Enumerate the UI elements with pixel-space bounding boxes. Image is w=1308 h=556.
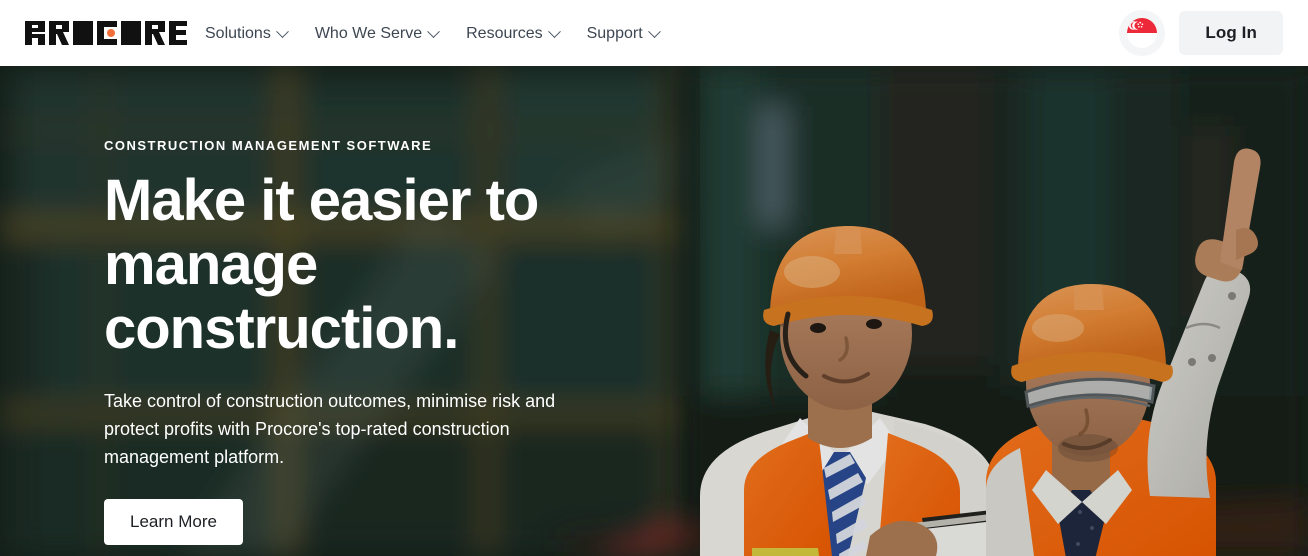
hero-content: CONSTRUCTION MANAGEMENT SOFTWARE Make it… bbox=[104, 66, 664, 556]
nav-item-support[interactable]: Support bbox=[586, 24, 661, 42]
procore-logo[interactable] bbox=[25, 21, 187, 45]
chevron-down-icon bbox=[427, 24, 440, 38]
nav-item-solutions[interactable]: Solutions bbox=[205, 24, 289, 42]
learn-more-button[interactable]: Learn More bbox=[104, 499, 243, 545]
locale-selector-button[interactable] bbox=[1119, 10, 1166, 56]
main-navigation: Solutions Who We Serve Resources Support bbox=[205, 0, 661, 66]
hero-subcopy: Take control of construction outcomes, m… bbox=[104, 391, 556, 467]
nav-item-label: Solutions bbox=[205, 25, 271, 42]
nav-item-who-we-serve[interactable]: Who We Serve bbox=[314, 24, 440, 42]
site-header: Solutions Who We Serve Resources Support bbox=[0, 0, 1308, 66]
logo-accent-dot bbox=[107, 29, 115, 37]
procore-logo-mark bbox=[25, 21, 187, 45]
nav-item-label: Resources bbox=[466, 25, 543, 42]
nav-item-label: Support bbox=[586, 25, 643, 42]
header-actions: Log In bbox=[1119, 10, 1283, 56]
login-button[interactable]: Log In bbox=[1179, 11, 1283, 55]
nav-item-label: Who We Serve bbox=[314, 25, 423, 42]
hero-section: CONSTRUCTION MANAGEMENT SOFTWARE Make it… bbox=[0, 66, 1308, 556]
chevron-down-icon bbox=[547, 24, 561, 38]
hero-headline: Make it easier to manage construction. bbox=[104, 168, 539, 361]
chevron-down-icon bbox=[275, 24, 289, 38]
nav-item-resources[interactable]: Resources bbox=[466, 24, 561, 42]
hero-eyebrow: CONSTRUCTION MANAGEMENT SOFTWARE bbox=[104, 138, 433, 153]
singapore-flag-icon bbox=[1127, 18, 1158, 48]
chevron-down-icon bbox=[647, 24, 661, 38]
